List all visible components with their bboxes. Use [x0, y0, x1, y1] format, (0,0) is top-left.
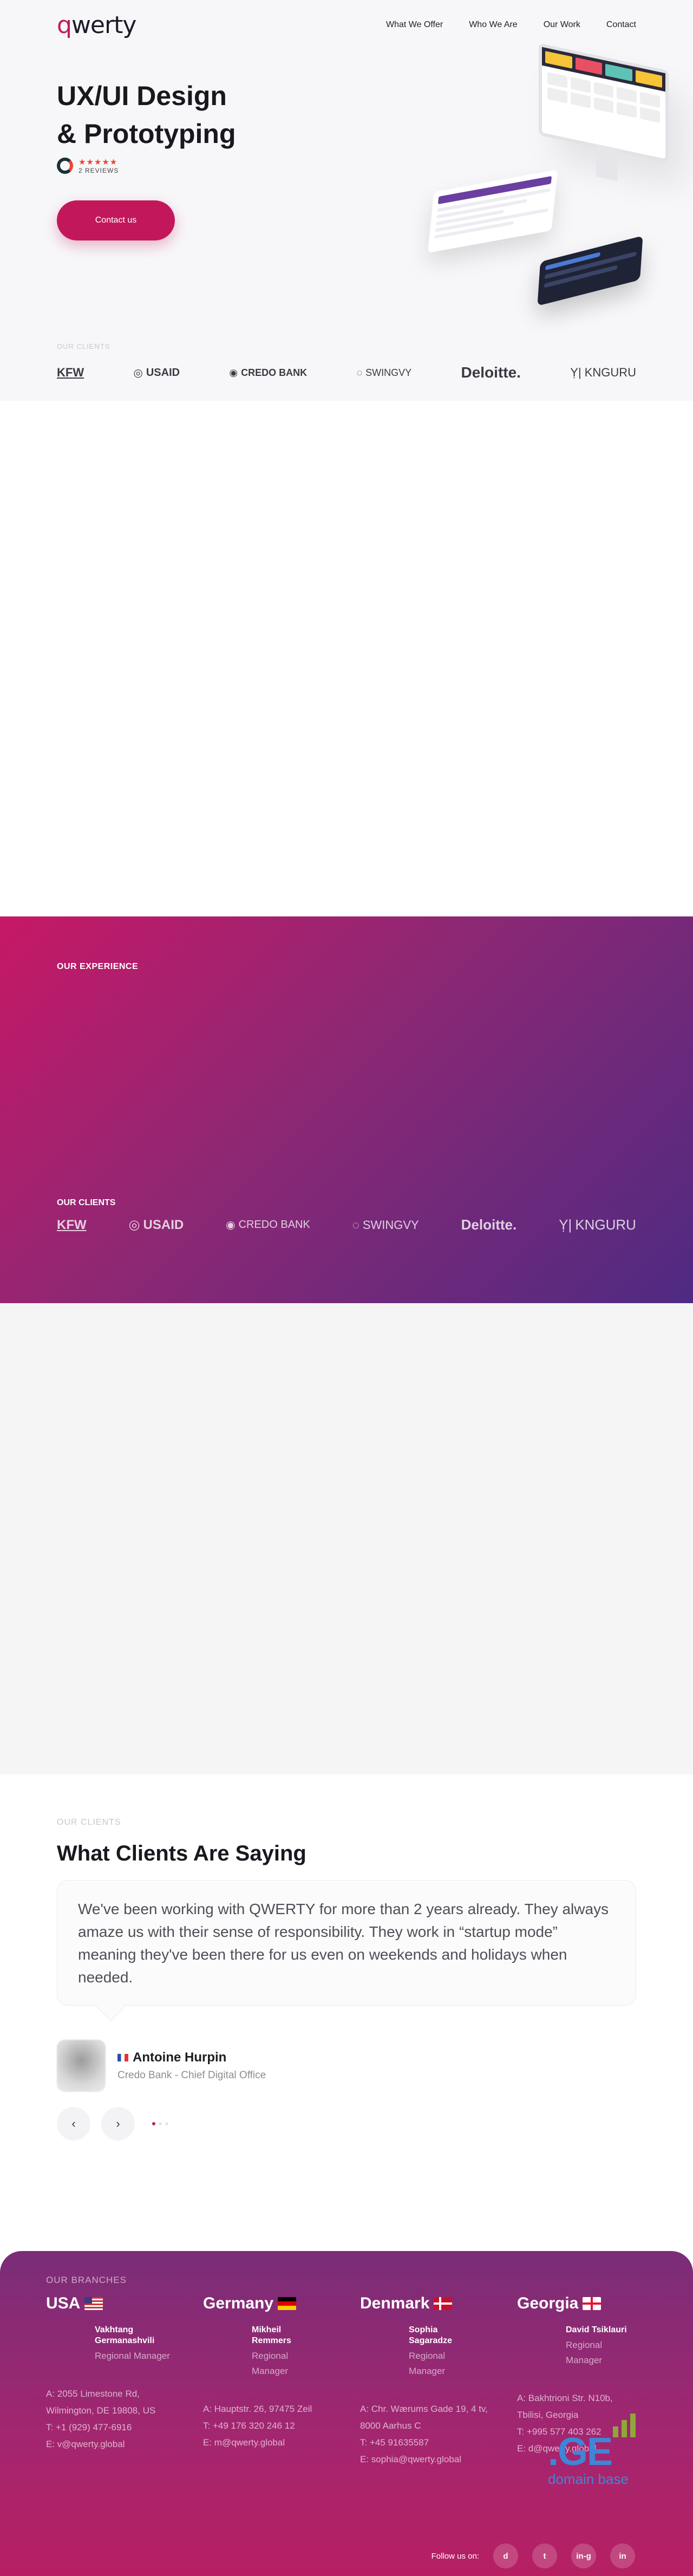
device-mockups-illustration	[427, 43, 693, 306]
knguru-icon: Ỵ|	[559, 1217, 572, 1233]
testimonial-author: Antoine Hurpin Credo Bank - Chief Digita…	[57, 2040, 266, 2092]
nav-contact[interactable]: Contact	[606, 20, 636, 30]
manager-name: Sophia Sagaradze	[409, 2325, 453, 2345]
testimonial-quote: We've been working with QWERTY for more …	[57, 1880, 636, 2006]
nav-who-we-are[interactable]: Who We Are	[469, 20, 518, 30]
nav-our-work[interactable]: Our Work	[544, 20, 580, 30]
prev-button[interactable]: ‹	[57, 2107, 90, 2141]
manager-role: Regional Manager	[95, 2351, 170, 2361]
swingvy-icon: ◌	[356, 367, 363, 378]
manager-name: Mikheil Remmers	[252, 2325, 291, 2345]
monitor-mockup	[539, 43, 669, 181]
logo[interactable]: qwerty	[57, 11, 136, 39]
blank-section	[0, 401, 693, 916]
testimonials-label: OUR CLIENTS	[57, 1818, 121, 1827]
georgia-flag-icon	[583, 2297, 602, 2310]
usa-flag-icon	[84, 2297, 103, 2310]
manager-role: Regional Manager	[409, 2351, 446, 2376]
contact-us-button[interactable]: Contact us	[57, 200, 175, 240]
hero-section: qwerty What We Offer Who We Are Our Work…	[0, 0, 693, 401]
author-name: Antoine Hurpin	[117, 2050, 266, 2065]
branch-germany: Germany Mikheil Remmers Regional Manager…	[203, 2294, 349, 2451]
chevron-right-icon: ›	[116, 2117, 120, 2130]
client-logo-usaid: ◎ USAID	[133, 366, 180, 379]
instagram-icon[interactable]: in-g	[571, 2544, 596, 2568]
usaid-seal-icon: ◎	[133, 367, 143, 379]
manager-name: David Tsiklauri	[566, 2325, 627, 2334]
ge-domain-badge[interactable]: .GE domain base	[548, 2414, 645, 2489]
credo-bank-icon: ◉	[226, 1219, 236, 1231]
tablet-mockup	[427, 169, 558, 253]
client-logo-deloitte: Deloitte.	[461, 1217, 517, 1233]
france-flag-icon	[117, 2054, 128, 2061]
experience-section: OUR EXPERIENCE OUR CLIENTS KFW ◎ USAID ◉ C…	[0, 916, 693, 1303]
branch-denmark: Denmark Sophia Sagaradze Regional Manage…	[360, 2294, 506, 2468]
manager-role: Regional Manager	[566, 2340, 603, 2365]
clutch-logo-icon	[57, 158, 73, 174]
branch-country: Georgia	[517, 2294, 663, 2313]
email-link[interactable]: E: m@qwerty.global	[203, 2434, 349, 2451]
client-logo-kfw: KFW	[57, 1217, 87, 1232]
branch-contacts: A: Hauptstr. 26, 97475 Zeil T: +49 176 3…	[203, 2401, 349, 2451]
top-nav: qwerty What We Offer Who We Are Our Work…	[57, 0, 636, 50]
dribbble-icon[interactable]: d	[493, 2544, 518, 2568]
branch-country: Denmark	[360, 2294, 506, 2313]
testimonials-section: OUR CLIENTS What Clients Are Saying We'v…	[0, 1774, 693, 2251]
follow-label: Follow us on:	[431, 2551, 479, 2561]
phone-link[interactable]: T: +1 (929) 477-6916	[46, 2419, 192, 2436]
branch-usa: USA Vakhtang Germanashvili Regional Mana…	[46, 2294, 192, 2453]
experience-label: OUR EXPERIENCE	[57, 962, 139, 971]
hero-title: UX/UI Design & Prototyping	[57, 81, 236, 149]
phone-link[interactable]: T: +45 91635587	[360, 2434, 506, 2451]
client-logo-swingvy: ◌ SWINGVY	[356, 367, 412, 378]
branch-contacts: A: Chr. Wærums Gade 19, 4 tv, 8000 Aarhu…	[360, 2401, 506, 2468]
germany-flag-icon	[278, 2297, 297, 2310]
branch-country: Germany	[203, 2294, 349, 2313]
client-logo-knguru: Ỵ| KNGURU	[559, 1217, 636, 1233]
chevron-left-icon: ‹	[71, 2117, 76, 2130]
knguru-icon: Ỵ|	[570, 366, 581, 379]
email-link[interactable]: E: sophia@qwerty.global	[360, 2451, 506, 2468]
footer: OUR BRANCHES USA Vakhtang Germanashvili …	[0, 2251, 693, 2576]
credo-bank-icon: ◉	[229, 367, 238, 378]
manager-role: Regional Manager	[252, 2351, 289, 2376]
testimonials-title: What Clients Are Saying	[57, 1842, 306, 1865]
avatar	[57, 2040, 106, 2092]
social-links: Follow us on: d t in-g in	[432, 2544, 635, 2568]
author-role: Credo Bank - Chief Digital Office	[117, 2070, 266, 2081]
branches-label: OUR BRANCHES	[46, 2275, 127, 2285]
next-button[interactable]: ›	[101, 2107, 135, 2141]
email-link[interactable]: E: v@qwerty.global	[46, 2436, 192, 2453]
swingvy-icon: ◌	[352, 1218, 359, 1232]
client-logo-credo-bank: ◉ CREDO BANK	[226, 1219, 310, 1231]
phone-mockup	[537, 236, 643, 306]
rating-stars: ★★★★★	[79, 158, 118, 167]
client-logo-usaid: ◎ USAID	[128, 1217, 184, 1233]
carousel-dots[interactable]	[152, 2122, 168, 2125]
experience-clients-label: OUR CLIENTS	[57, 1198, 116, 1207]
clients-logos: KFW ◎ USAID ◉ CREDO BANK ◌ SWINGVY Deloitte…	[57, 364, 636, 381]
phone-link[interactable]: T: +49 176 320 246 12	[203, 2417, 349, 2434]
client-logo-knguru: Ỵ| KNGURU	[570, 366, 636, 379]
experience-clients-logos: KFW ◎ USAID ◉ CREDO BANK ◌ SWINGVY Deloitte…	[57, 1217, 636, 1233]
reviews-count: 2 REVIEWS	[79, 167, 119, 174]
clients-label: OUR CLIENTS	[57, 342, 110, 350]
nav-what-we-offer[interactable]: What We Offer	[386, 20, 443, 30]
client-logo-deloitte: Deloitte.	[461, 364, 521, 381]
twitter-icon[interactable]: t	[532, 2544, 557, 2568]
client-logo-credo-bank: ◉ CREDO BANK	[229, 367, 308, 378]
main-menu: What We Offer Who We Are Our Work Contac…	[386, 20, 636, 30]
client-logo-swingvy: ◌ SWINGVY	[352, 1218, 419, 1232]
usaid-seal-icon: ◎	[128, 1218, 140, 1232]
branch-contacts: A: 2055 Limestone Rd, Wilmington, DE 198…	[46, 2385, 192, 2453]
clutch-rating[interactable]: ★★★★★ 2 REVIEWS	[57, 157, 119, 174]
gray-section	[0, 1303, 693, 1774]
linkedin-icon[interactable]: in	[610, 2544, 635, 2568]
branch-country: USA	[46, 2294, 192, 2313]
manager-name: Vakhtang Germanashvili	[95, 2325, 155, 2345]
testimonial-carousel-nav: ‹ ›	[57, 2107, 168, 2141]
denmark-flag-icon	[434, 2297, 453, 2310]
client-logo-kfw: KFW	[57, 366, 84, 379]
